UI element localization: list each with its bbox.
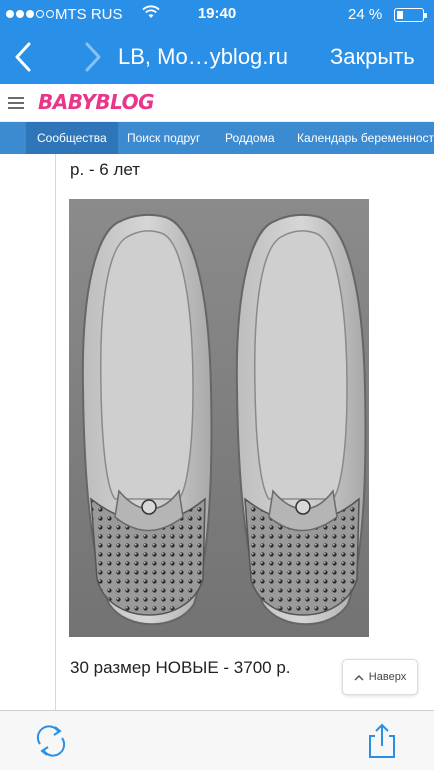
chevron-right-icon[interactable] <box>80 40 106 74</box>
scroll-top-label: Наверх <box>368 671 407 683</box>
nav-tab-find-friends[interactable]: Поиск подруг <box>116 122 211 154</box>
refresh-icon[interactable] <box>32 724 70 758</box>
content-divider <box>55 154 56 710</box>
share-icon[interactable] <box>364 722 400 760</box>
battery-level <box>397 11 403 19</box>
site-header: BABYBLOG <box>0 84 434 122</box>
battery-percent: 24 % <box>348 6 383 23</box>
browser-nav-bar: LB, Mo…yblog.ru Закрыть <box>0 30 434 84</box>
chevron-up-icon <box>354 674 364 681</box>
post-text-bottom: 30 размер НОВЫЕ - 3700 р. <box>70 658 291 677</box>
ios-top-bar: MTS RUS 19:40 24 % LB, Mo…yblog.ru Закры… <box>0 0 434 84</box>
site-logo[interactable]: BABYBLOG <box>38 90 155 114</box>
shoes-photo <box>69 199 369 637</box>
site-nav: Сообщества Поиск подруг Роддома Календар… <box>0 122 434 154</box>
battery-icon <box>394 8 427 22</box>
scroll-top-button[interactable]: Наверх <box>342 659 418 695</box>
bottom-toolbar <box>0 710 434 770</box>
status-bar: MTS RUS 19:40 24 % <box>0 0 434 30</box>
nav-tab-maternity-hospitals[interactable]: Роддома <box>214 122 286 154</box>
post-content[interactable]: р. - 6 лет 30 размер НОВЫЕ - 3700 р. Нав… <box>0 154 434 710</box>
menu-icon[interactable] <box>8 97 24 109</box>
page-title: LB, Mo…yblog.ru <box>118 44 288 69</box>
chevron-left-icon[interactable] <box>10 40 36 74</box>
close-button[interactable]: Закрыть <box>330 44 415 70</box>
nav-tab-communities[interactable]: Сообщества <box>26 122 118 154</box>
nav-tab-pregnancy-calendar[interactable]: Календарь беременности <box>286 122 434 154</box>
post-text-top: р. - 6 лет <box>70 160 141 179</box>
